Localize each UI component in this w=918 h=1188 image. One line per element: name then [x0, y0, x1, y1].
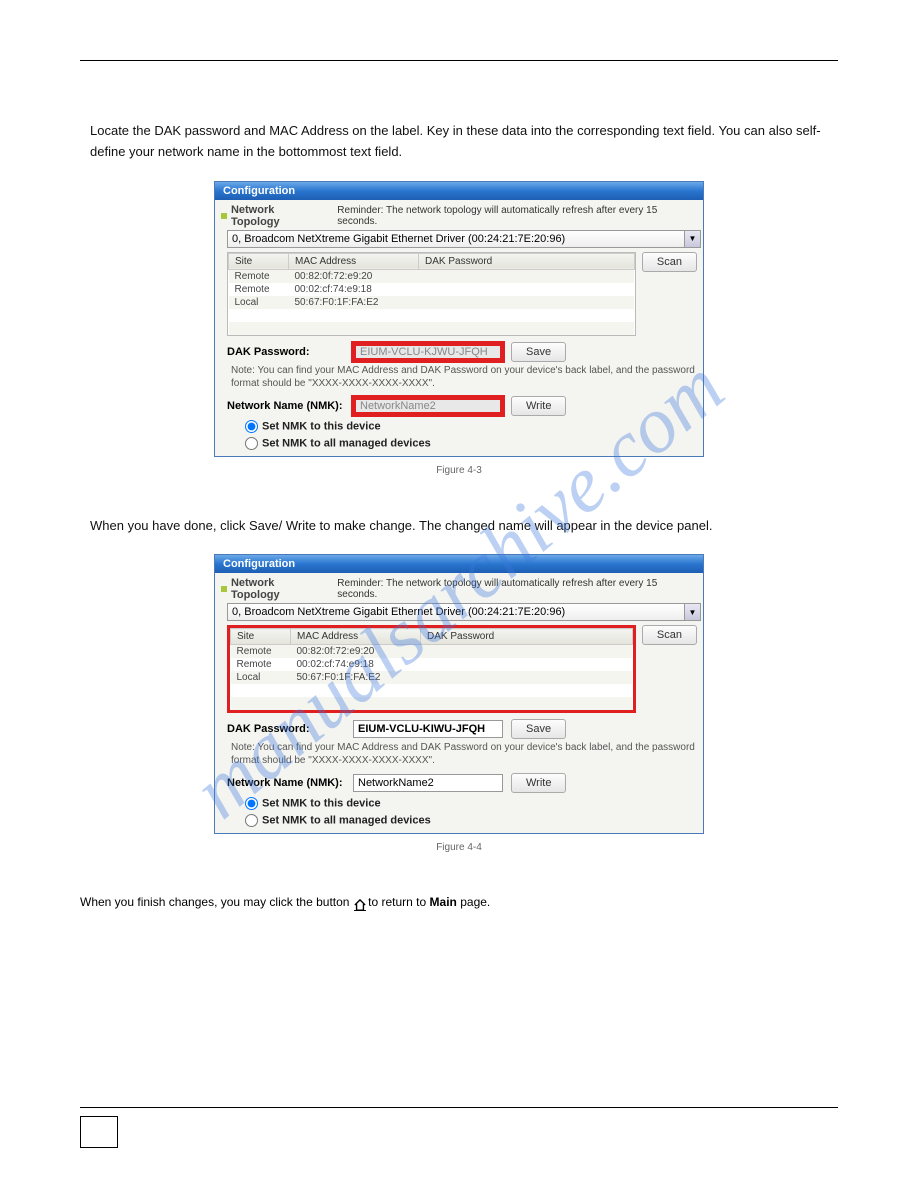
reminder-text: Reminder: The network topology will auto… — [337, 205, 697, 227]
col-mac: MAC Address — [289, 253, 419, 269]
dropdown-value: 0, Broadcom NetXtreme Gigabit Ethernet D… — [232, 606, 565, 618]
radio-set-this-device[interactable]: Set NMK to this device — [245, 797, 697, 810]
table-row[interactable]: Remote 00:02:cf:74:e9:18 — [231, 658, 633, 671]
bullet-icon — [221, 213, 227, 219]
save-button[interactable]: Save — [511, 719, 566, 739]
nmk-label: Network Name (NMK): — [227, 400, 345, 412]
nmk-input[interactable] — [353, 397, 503, 415]
dak-password-input[interactable] — [353, 343, 503, 361]
figure-caption-1: Figure 4-3 — [80, 465, 838, 476]
col-site: Site — [231, 629, 291, 645]
dak-password-input[interactable] — [353, 720, 503, 738]
col-dak: DAK Password — [421, 629, 633, 645]
dak-label: DAK Password: — [227, 723, 345, 735]
dak-note: Note: You can find your MAC Address and … — [231, 364, 697, 390]
topology-label: Network Topology — [231, 204, 325, 228]
chevron-down-icon: ▼ — [684, 231, 700, 247]
dropdown-value: 0, Broadcom NetXtreme Gigabit Ethernet D… — [232, 233, 565, 245]
reminder-text: Reminder: The network topology will auto… — [337, 578, 697, 600]
config-window-1: Configuration Network Topology Reminder:… — [214, 181, 704, 457]
page-number-box — [80, 1116, 118, 1148]
col-site: Site — [229, 253, 289, 269]
intro-paragraph-1: Locate the DAK password and MAC Address … — [90, 121, 828, 163]
intro-paragraph-2: When you have done, click Save/ Write to… — [90, 516, 828, 537]
table-row[interactable]: Remote 00:82:0f:72:e9:20 — [229, 269, 635, 283]
device-table-highlighted[interactable]: Site MAC Address DAK Password Remote 00:… — [227, 625, 636, 713]
chevron-down-icon: ▼ — [684, 604, 700, 620]
figure-caption-2: Figure 4-4 — [80, 842, 838, 853]
dak-note: Note: You can find your MAC Address and … — [231, 741, 697, 767]
table-row[interactable]: Local 50:67:F0:1F:FA:E2 — [229, 296, 635, 309]
scan-button[interactable]: Scan — [642, 625, 697, 645]
scan-button[interactable]: Scan — [642, 252, 697, 272]
device-table[interactable]: Site MAC Address DAK Password Remote 00:… — [227, 252, 636, 336]
footer-paragraph: When you finish changes, you may click t… — [80, 893, 838, 911]
radio-this-device[interactable] — [245, 797, 258, 810]
header-rule — [80, 60, 838, 61]
dak-label: DAK Password: — [227, 346, 345, 358]
window-titlebar: Configuration — [215, 182, 703, 200]
window-titlebar: Configuration — [215, 555, 703, 573]
radio-set-all-devices[interactable]: Set NMK to all managed devices — [245, 437, 697, 450]
radio-this-device[interactable] — [245, 420, 258, 433]
radio-all-devices[interactable] — [245, 437, 258, 450]
nmk-input[interactable] — [353, 774, 503, 792]
radio-set-this-device[interactable]: Set NMK to this device — [245, 420, 697, 433]
config-window-2: Configuration Network Topology Reminder:… — [214, 554, 704, 834]
table-row[interactable]: Local 50:67:F0:1F:FA:E2 — [231, 671, 633, 684]
home-icon — [353, 898, 365, 908]
save-button[interactable]: Save — [511, 342, 566, 362]
col-dak: DAK Password — [419, 253, 635, 269]
radio-all-devices[interactable] — [245, 814, 258, 827]
write-button[interactable]: Write — [511, 396, 566, 416]
write-button[interactable]: Write — [511, 773, 566, 793]
col-mac: MAC Address — [291, 629, 421, 645]
adapter-dropdown[interactable]: 0, Broadcom NetXtreme Gigabit Ethernet D… — [227, 603, 701, 621]
table-row[interactable]: Remote 00:02:cf:74:e9:18 — [229, 283, 635, 296]
adapter-dropdown[interactable]: 0, Broadcom NetXtreme Gigabit Ethernet D… — [227, 230, 701, 248]
page-footer — [80, 1107, 838, 1148]
bullet-icon — [221, 586, 227, 592]
nmk-label: Network Name (NMK): — [227, 777, 345, 789]
table-row[interactable]: Remote 00:82:0f:72:e9:20 — [231, 645, 633, 659]
radio-set-all-devices[interactable]: Set NMK to all managed devices — [245, 814, 697, 827]
topology-label: Network Topology — [231, 577, 325, 601]
